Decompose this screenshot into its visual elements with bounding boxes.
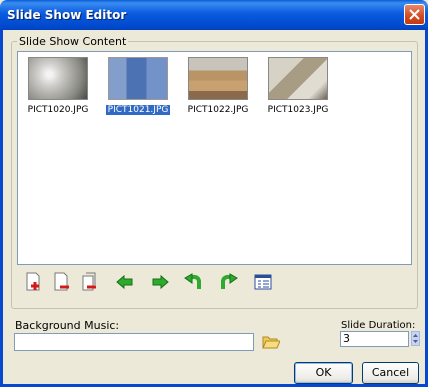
thumbnail-item[interactable]: PICT1021.JPG <box>98 57 178 123</box>
thumbnail-item[interactable]: PICT1023.JPG <box>258 57 338 123</box>
rotate-right-icon <box>221 273 238 289</box>
group-label: Slide Show Content <box>17 35 129 48</box>
browse-folder-button[interactable] <box>262 334 281 350</box>
background-music-label: Background Music: <box>15 319 120 332</box>
move-right-button[interactable] <box>150 272 170 292</box>
thumbnail-image <box>188 57 248 100</box>
window-frame-left <box>0 30 3 387</box>
thumbnail-item[interactable]: PICT1022.JPG <box>178 57 258 123</box>
thumbnail-caption: PICT1020.JPG <box>27 105 89 115</box>
thumbnail-item[interactable]: PICT1020.JPG <box>18 57 98 123</box>
thumbnail-pane[interactable]: PICT1020.JPG PICT1021.JPG PICT1022.JPG P… <box>17 51 412 265</box>
remove-all-icon <box>82 272 96 291</box>
add-slide-button[interactable] <box>24 272 44 292</box>
thumbnail-caption: PICT1022.JPG <box>187 105 249 115</box>
folder-icon <box>262 336 281 349</box>
thumbnail-image <box>108 57 168 100</box>
move-left-icon <box>116 274 133 290</box>
add-slide-icon <box>26 272 40 291</box>
thumbnail-caption: PICT1023.JPG <box>267 105 329 115</box>
background-music-field[interactable] <box>14 333 254 351</box>
rotate-left-button[interactable] <box>184 272 204 292</box>
close-icon <box>409 9 420 20</box>
slide-duration-field[interactable]: 3 <box>340 331 409 347</box>
properties-button[interactable] <box>253 272 273 292</box>
slide-duration-label: Slide Duration: <box>341 320 416 331</box>
thumbnail-caption: PICT1021.JPG <box>104 104 172 116</box>
remove-slide-button[interactable] <box>52 272 72 292</box>
thumbnail-image <box>28 57 88 100</box>
rotate-left-icon <box>184 273 201 289</box>
remove-all-button[interactable] <box>80 272 100 292</box>
cancel-button[interactable]: Cancel <box>362 362 419 384</box>
rotate-right-button[interactable] <box>218 272 238 292</box>
window-title: Slide Show Editor <box>7 8 127 22</box>
close-button[interactable] <box>404 4 425 25</box>
properties-icon <box>254 274 272 290</box>
duration-spinner[interactable] <box>411 331 420 346</box>
move-left-button[interactable] <box>115 272 135 292</box>
ok-button[interactable]: OK <box>294 362 353 384</box>
thumbnail-image <box>268 57 328 100</box>
remove-slide-icon <box>54 272 69 291</box>
spin-arrows-icon <box>413 334 418 343</box>
move-right-icon <box>152 274 169 290</box>
title-bar: Slide Show Editor <box>0 0 428 30</box>
